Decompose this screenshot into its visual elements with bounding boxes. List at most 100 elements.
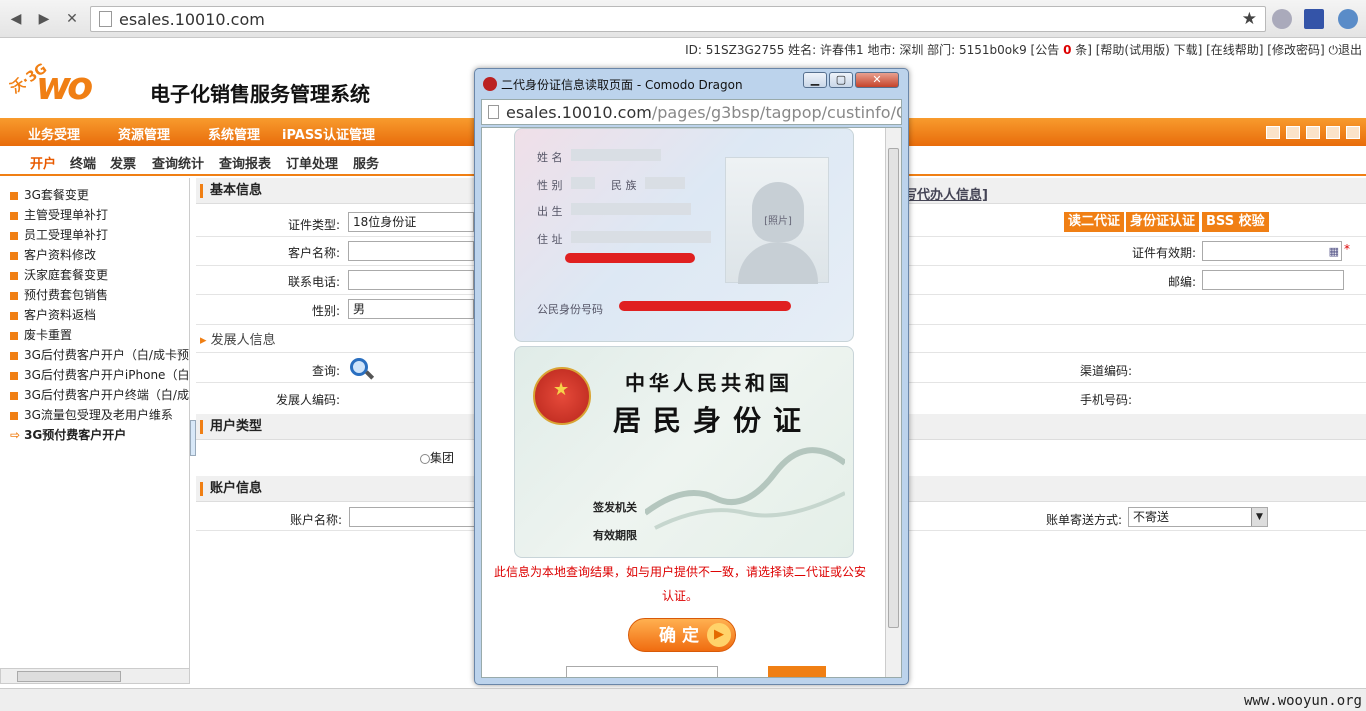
stop-icon[interactable]: ✕ [62,9,82,29]
sidebar-item[interactable]: 3G后付费客户开户iPhone（白 [10,365,190,385]
great-wall-pattern [645,447,845,530]
layout-icon-2[interactable] [1286,126,1300,139]
scrollbar-thumb[interactable] [888,148,899,628]
phone-label: 联系电话: [287,275,340,289]
back-icon[interactable]: ◀ [6,9,26,29]
popup-footer-button[interactable] [768,666,826,677]
bullet-icon [10,211,18,220]
national-emblem-icon: ★ [533,367,591,425]
user-info-bar: ID: 51SZ3G2755 姓名: 许春伟1 地市: 深圳 部门: 5151b… [0,40,1366,60]
dev-code-label: 发展人编码: [275,393,340,407]
popup-address-bar[interactable]: esales.10010.com/pages/g3bsp/tagpop/cust… [481,99,902,125]
globe-icon[interactable] [1272,9,1292,29]
bullet-icon [10,291,18,300]
bss-check-button[interactable]: BSS 校验 [1202,212,1269,232]
id-card-back: ★ 中华人民共和国 居民身份证 签发机关 有效期限 [514,346,854,558]
read-id-button[interactable]: 读二代证 [1064,212,1125,232]
search-icon[interactable] [1338,9,1358,29]
required-mark: * [1344,242,1350,256]
sidebar-item[interactable]: 主管受理单补打 [10,205,190,225]
radio-icon[interactable] [420,453,430,464]
mobile-label: 手机号码: [1079,393,1132,407]
popup-scrollbar[interactable] [885,128,901,677]
play-arrow-icon: ▶ [707,623,731,647]
account-name-input[interactable] [349,507,475,527]
address-url[interactable]: esales.10010.com [119,10,265,29]
dropdown-arrow-icon[interactable]: ▼ [1251,508,1267,526]
maximize-button[interactable]: ▢ [829,72,853,88]
logo-mark: wo [36,64,93,108]
query-label: 查询: [311,364,340,378]
popup-url[interactable]: esales.10010.com/pages/g3bsp/tagpop/cust… [506,103,901,122]
bill-select[interactable]: 不寄送 ▼ [1128,507,1268,527]
popup-footer-input[interactable] [566,666,718,677]
layout-icon-4[interactable] [1326,126,1340,139]
card-title: 居民身份证 [613,404,814,437]
user-info-text: ID: 51SZ3G2755 姓名: 许春伟1 地市: 深圳 部门: 5151b… [685,43,1060,57]
tab-query-report[interactable]: 查询报表 [219,153,271,172]
sidebar-item[interactable]: 3G后付费客户开户（白/成卡预 [10,345,190,365]
tab-open-account[interactable]: 开户 [30,153,56,172]
bullet-icon [10,271,18,280]
sidebar-item[interactable]: 废卡重置 [10,325,190,345]
sidebar-item[interactable]: 沃家庭套餐变更 [10,265,190,285]
gender-label: 性别: [311,304,340,318]
forward-icon[interactable]: ▶ [34,9,54,29]
card-issuer-label: 签发机关 [593,501,637,514]
sidebar-item[interactable]: 预付费套包销售 [10,285,190,305]
nav-resources[interactable]: 资源管理 [118,124,170,143]
calendar-icon[interactable]: ▦ [1329,243,1339,261]
card-gender-label: 性 别 [537,179,563,192]
bookmark-star-icon[interactable]: ★ [1242,9,1257,29]
id-verify-button[interactable]: 身份证认证 [1126,212,1200,232]
close-button[interactable]: ✕ [855,72,899,88]
tab-terminal[interactable]: 终端 [70,153,96,172]
bullet-icon [10,391,18,400]
sidebar-item[interactable]: 员工受理单补打 [10,225,190,245]
mismatch-warning: 此信息为本地查询结果，如与用户提供不一致，请选择读二代证或公安认证。 [493,565,866,603]
sidebar-item-current[interactable]: ⇨ 3G预付费客户开户 [10,425,190,445]
sidebar-scrollbar[interactable] [0,668,190,684]
system-title: 电子化销售服务管理系统 [150,82,370,106]
tab-invoice[interactable]: 发票 [110,153,136,172]
phone-input[interactable] [348,270,474,290]
sidebar-item[interactable]: 3G流量包受理及老用户维系 [10,405,190,425]
card-country: 中华人民共和国 [625,371,793,395]
help-links[interactable]: 条] [帮助(试用版) 下载] [在线帮助] [修改密码] [1075,43,1324,57]
exit-link[interactable]: 退出 [1338,43,1362,57]
validity-input[interactable]: ▦ [1202,241,1342,261]
cust-name-input[interactable] [348,241,474,261]
group-radio[interactable]: 集团 [420,449,454,466]
arrow-right-icon: ⇨ [10,428,21,442]
layout-icon-5[interactable] [1346,126,1360,139]
sidebar-item[interactable]: 3G后付费客户开户终端（白/成 [10,385,190,405]
gender-select[interactable]: 男 [348,299,474,319]
sidebar-item[interactable]: 3G套餐变更 [10,185,190,205]
bullet-icon [10,311,18,320]
minimize-button[interactable]: ▁ [803,72,827,88]
notice-count[interactable]: 0 [1063,43,1071,57]
tab-service[interactable]: 服务 [353,153,379,172]
layout-icon-3[interactable] [1306,126,1320,139]
nav-ipass[interactable]: iPASS认证管理 [282,124,375,143]
tab-query-stats[interactable]: 查询统计 [152,153,204,172]
cert-type-select[interactable]: 18位身份证 [348,212,474,232]
layout-icon-1[interactable] [1266,126,1280,139]
magnifier-icon[interactable] [348,356,375,382]
tab-orders[interactable]: 订单处理 [286,153,338,172]
sidebar-item[interactable]: 客户资料返档 [10,305,190,325]
id-card-front: 姓 名 性 别 民 族 出 生 住 址 公民身份号码 [照片] [514,128,854,342]
sidebar-item[interactable]: 客户资料修改 [10,245,190,265]
power-icon[interactable]: ⏻ [1328,43,1338,57]
address-bar[interactable]: esales.10010.com ★ [90,6,1266,32]
cust-name-label: 客户名称: [287,246,340,260]
scrollbar-thumb[interactable] [17,671,121,682]
zip-input[interactable] [1202,270,1344,290]
agent-info-link[interactable]: 写代办人信息] [904,184,988,203]
nav-business[interactable]: 业务受理 [28,124,80,143]
bullet-icon [10,231,18,240]
card-address-label: 住 址 [537,233,563,246]
window-icon[interactable] [1304,9,1324,29]
nav-system[interactable]: 系统管理 [208,124,260,143]
confirm-button[interactable]: 确定 ▶ [628,618,736,652]
